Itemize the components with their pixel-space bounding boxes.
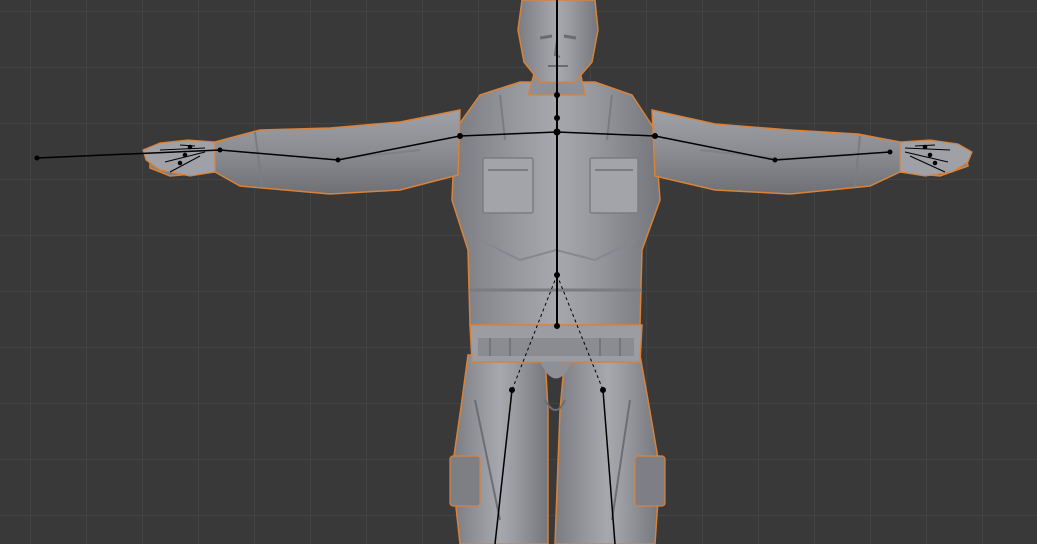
mesh-legs xyxy=(449,354,666,544)
3d-viewport[interactable] xyxy=(0,0,1037,544)
viewport-scene[interactable] xyxy=(0,0,1037,544)
